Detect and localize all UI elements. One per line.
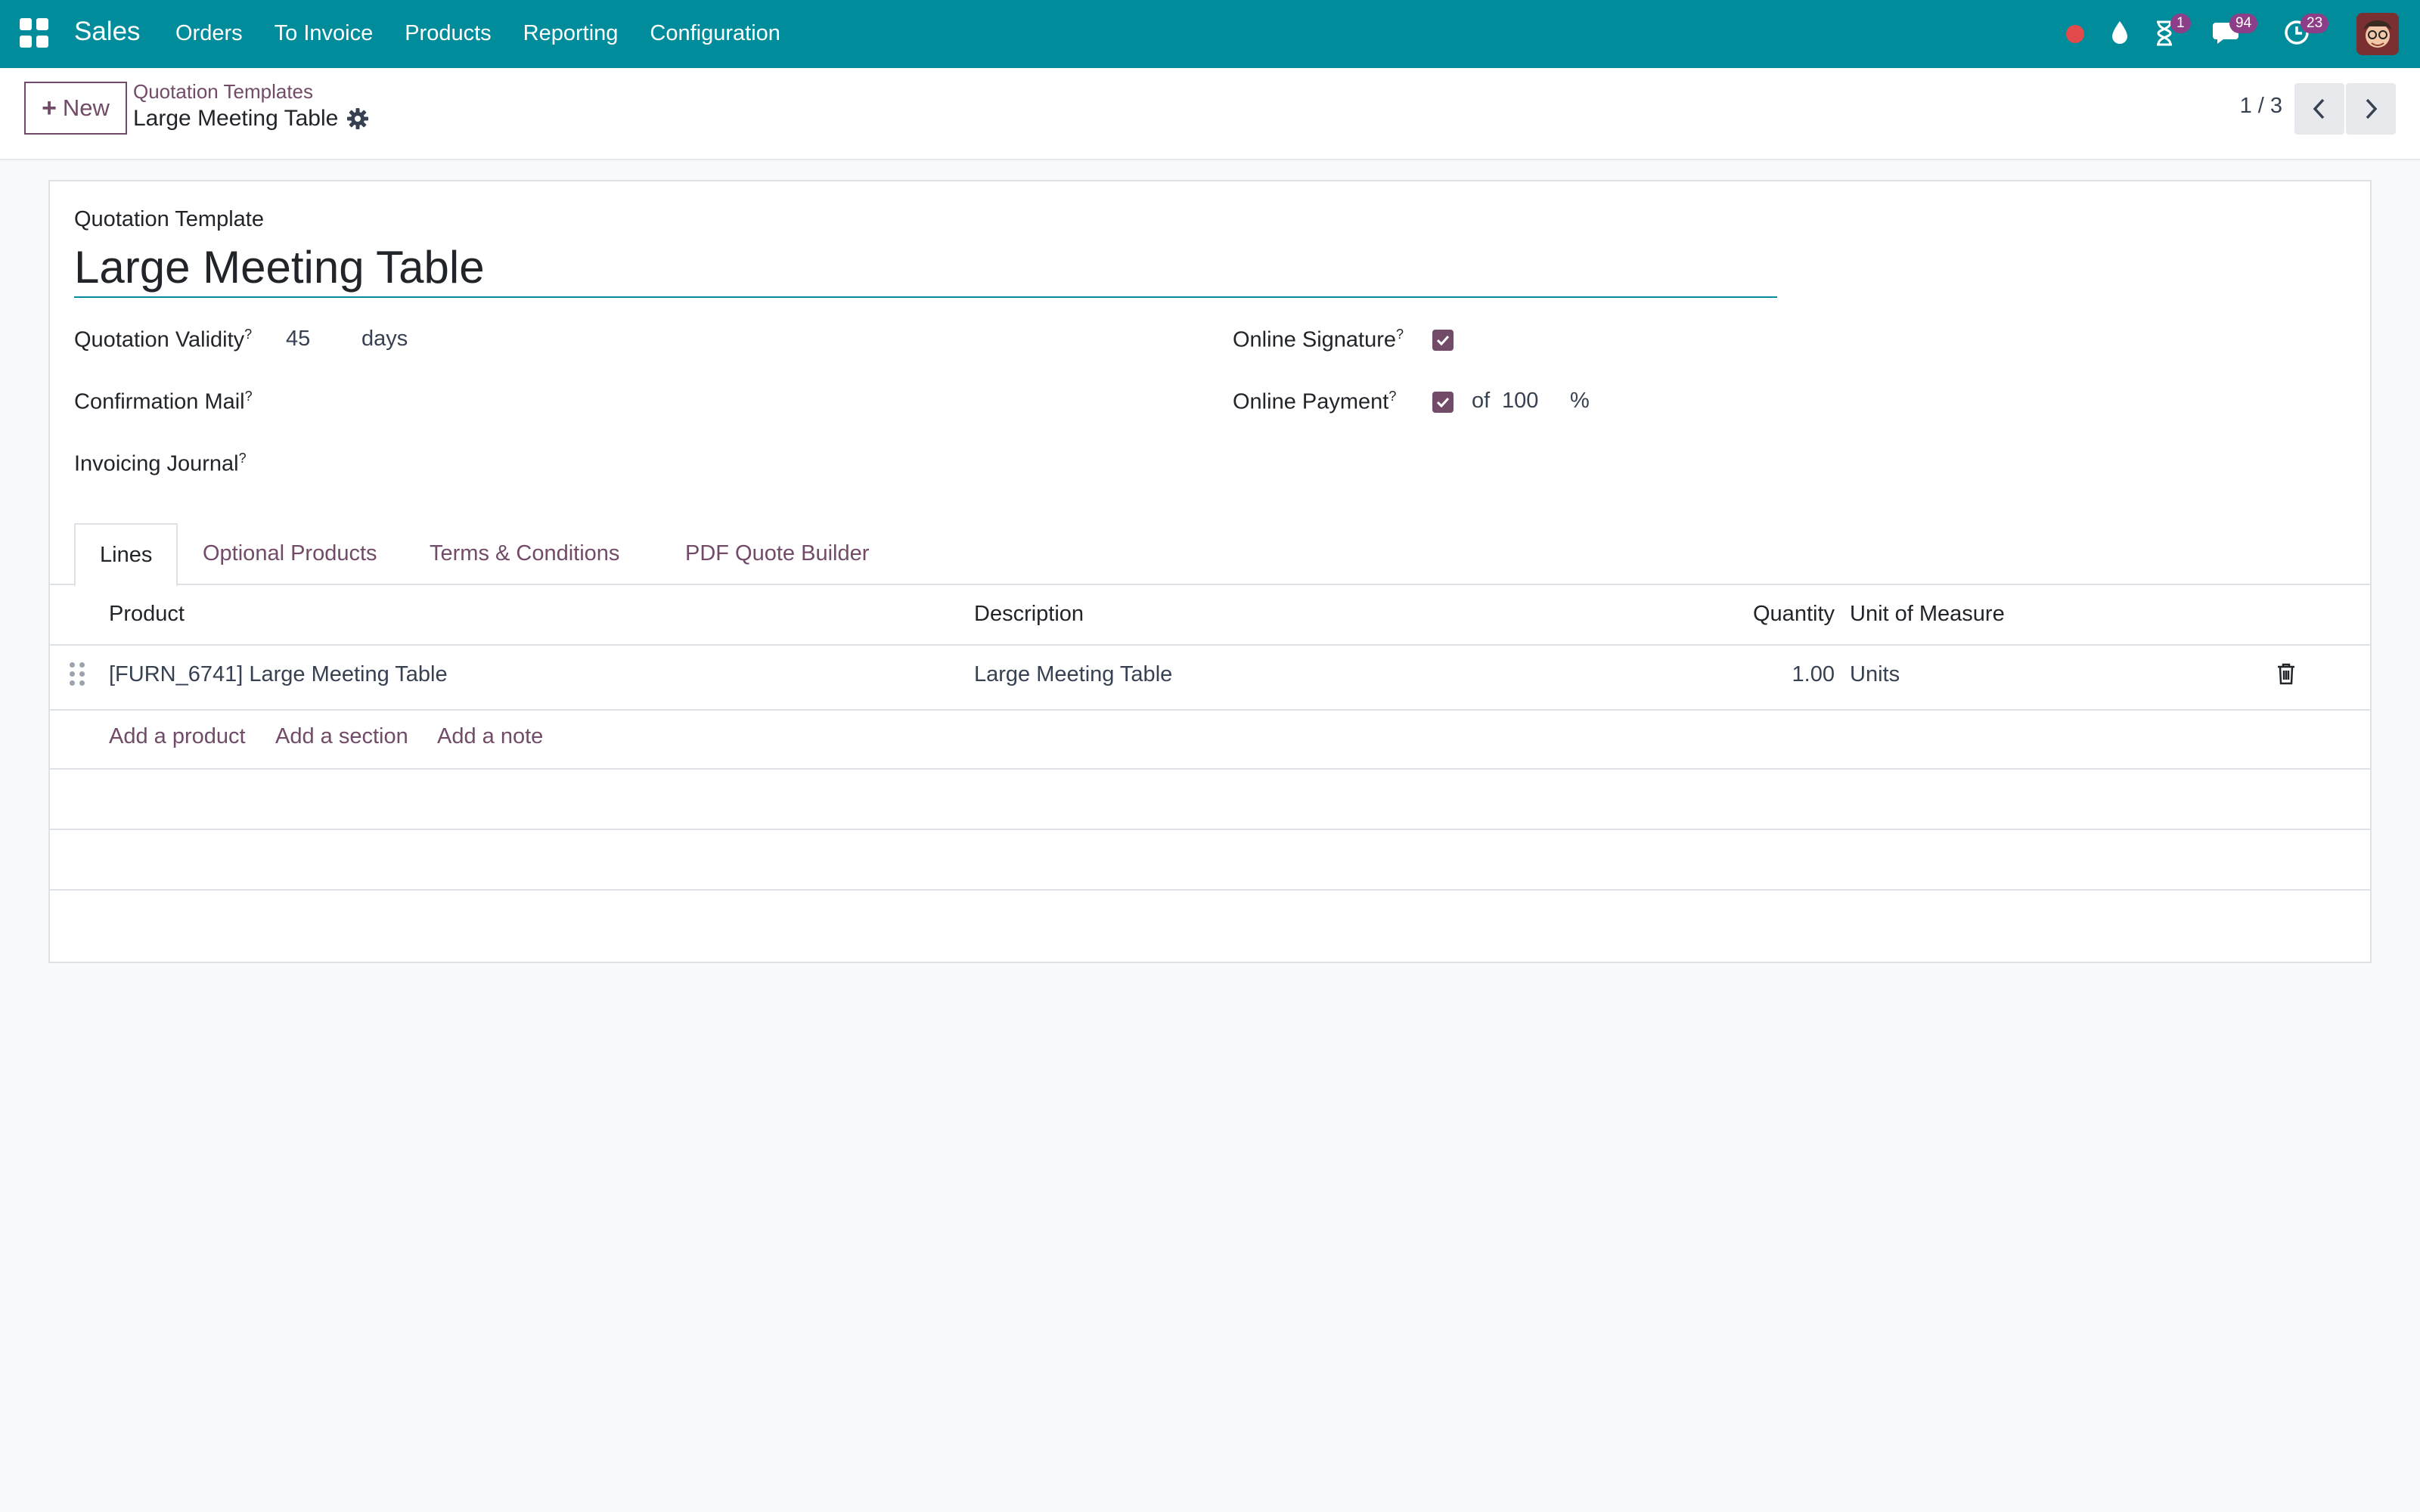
tab-lines[interactable]: Lines bbox=[74, 523, 178, 587]
drag-handle-icon[interactable] bbox=[70, 662, 85, 686]
column-header-quantity[interactable]: Quantity bbox=[1562, 602, 1835, 627]
line-description-cell[interactable]: Large Meeting Table bbox=[974, 662, 1172, 687]
menu-reporting[interactable]: Reporting bbox=[523, 21, 619, 46]
table-divider bbox=[50, 709, 2370, 711]
clock-badge: 23 bbox=[2301, 14, 2329, 33]
column-header-description[interactable]: Description bbox=[974, 602, 1084, 627]
column-header-unit-of-measure[interactable]: Unit of Measure bbox=[1850, 602, 2005, 627]
add-note-link[interactable]: Add a note bbox=[437, 724, 543, 749]
menu-configuration[interactable]: Configuration bbox=[650, 21, 780, 46]
form-sheet: Quotation Template Large Meeting Table Q… bbox=[48, 180, 2372, 963]
online-payment-label: Online Payment? bbox=[1233, 389, 1397, 414]
template-name-input[interactable]: Large Meeting Table bbox=[74, 237, 1777, 298]
quotation-validity-input[interactable]: 45 bbox=[286, 327, 346, 352]
menu-products[interactable]: Products bbox=[405, 21, 491, 46]
line-quantity-cell[interactable]: 1.00 bbox=[1562, 662, 1835, 687]
control-panel: + New Quotation Templates Large Meeting … bbox=[0, 68, 2420, 160]
chevron-right-icon bbox=[2366, 98, 2378, 119]
chevron-left-icon bbox=[2313, 98, 2325, 119]
online-signature-checkbox[interactable] bbox=[1432, 330, 1454, 351]
pager-next-button[interactable] bbox=[2346, 83, 2396, 135]
check-icon bbox=[1436, 397, 1450, 407]
activity-icon[interactable]: 1 bbox=[2154, 14, 2191, 53]
gear-icon[interactable] bbox=[346, 107, 371, 132]
activity-badge: 1 bbox=[2170, 14, 2191, 33]
app-name[interactable]: Sales bbox=[74, 17, 141, 47]
menu-to-invoice[interactable]: To Invoice bbox=[275, 21, 374, 46]
pager-previous-button[interactable] bbox=[2294, 83, 2344, 135]
online-signature-label: Online Signature? bbox=[1233, 327, 1404, 352]
check-icon bbox=[1436, 335, 1450, 345]
tab-optional-products[interactable]: Optional Products bbox=[178, 523, 402, 585]
trash-icon[interactable] bbox=[2276, 662, 2296, 691]
drop-icon[interactable] bbox=[2110, 20, 2130, 51]
new-button-label: New bbox=[62, 94, 110, 121]
messages-badge: 94 bbox=[2229, 14, 2258, 33]
top-navbar: Sales Orders To Invoice Products Reporti… bbox=[0, 0, 2420, 68]
tab-terms-conditions[interactable]: Terms & Conditions bbox=[405, 523, 644, 585]
form-tabs: Lines Optional Products Terms & Conditio… bbox=[50, 523, 2370, 587]
online-payment-checkbox[interactable] bbox=[1432, 392, 1454, 413]
quotation-validity-unit: days bbox=[361, 327, 408, 351]
user-avatar[interactable] bbox=[2356, 13, 2399, 55]
column-header-product[interactable]: Product bbox=[109, 602, 185, 627]
tab-pdf-quote-builder[interactable]: PDF Quote Builder bbox=[661, 523, 893, 585]
invoicing-journal-label: Invoicing Journal? bbox=[74, 451, 247, 476]
table-divider bbox=[50, 644, 2370, 646]
table-divider bbox=[50, 889, 2370, 891]
invoicing-journal-input[interactable] bbox=[286, 446, 588, 476]
menu-orders[interactable]: Orders bbox=[175, 21, 243, 46]
apps-menu-icon[interactable] bbox=[20, 18, 50, 48]
table-divider bbox=[50, 829, 2370, 830]
payment-of-text: of bbox=[1472, 389, 1491, 413]
table-divider bbox=[50, 768, 2370, 770]
payment-percentage-input[interactable]: 100 bbox=[1502, 389, 1562, 414]
pager-value[interactable]: 1 / 3 bbox=[2240, 94, 2282, 119]
messages-icon[interactable]: 94 bbox=[2213, 14, 2258, 51]
template-label: Quotation Template bbox=[74, 207, 264, 231]
clock-icon[interactable]: 23 bbox=[2284, 14, 2329, 51]
plus-icon: + bbox=[42, 93, 57, 122]
quotation-validity-label: Quotation Validity? bbox=[74, 327, 253, 352]
new-button[interactable]: + New bbox=[24, 82, 127, 135]
payment-percent-unit: % bbox=[1570, 389, 1590, 413]
breadcrumb-quotation-templates[interactable]: Quotation Templates bbox=[133, 80, 313, 104]
line-uom-cell[interactable]: Units bbox=[1850, 662, 1900, 687]
recording-icon[interactable] bbox=[2066, 25, 2084, 43]
confirmation-mail-input[interactable] bbox=[286, 384, 588, 414]
confirmation-mail-label: Confirmation Mail? bbox=[74, 389, 253, 414]
line-product-cell[interactable]: [FURN_6741] Large Meeting Table bbox=[109, 662, 448, 687]
breadcrumb-current-record: Large Meeting Table bbox=[133, 106, 339, 131]
add-product-link[interactable]: Add a product bbox=[109, 724, 246, 749]
main-menu: Orders To Invoice Products Reporting Con… bbox=[175, 21, 812, 46]
add-section-link[interactable]: Add a section bbox=[275, 724, 408, 749]
